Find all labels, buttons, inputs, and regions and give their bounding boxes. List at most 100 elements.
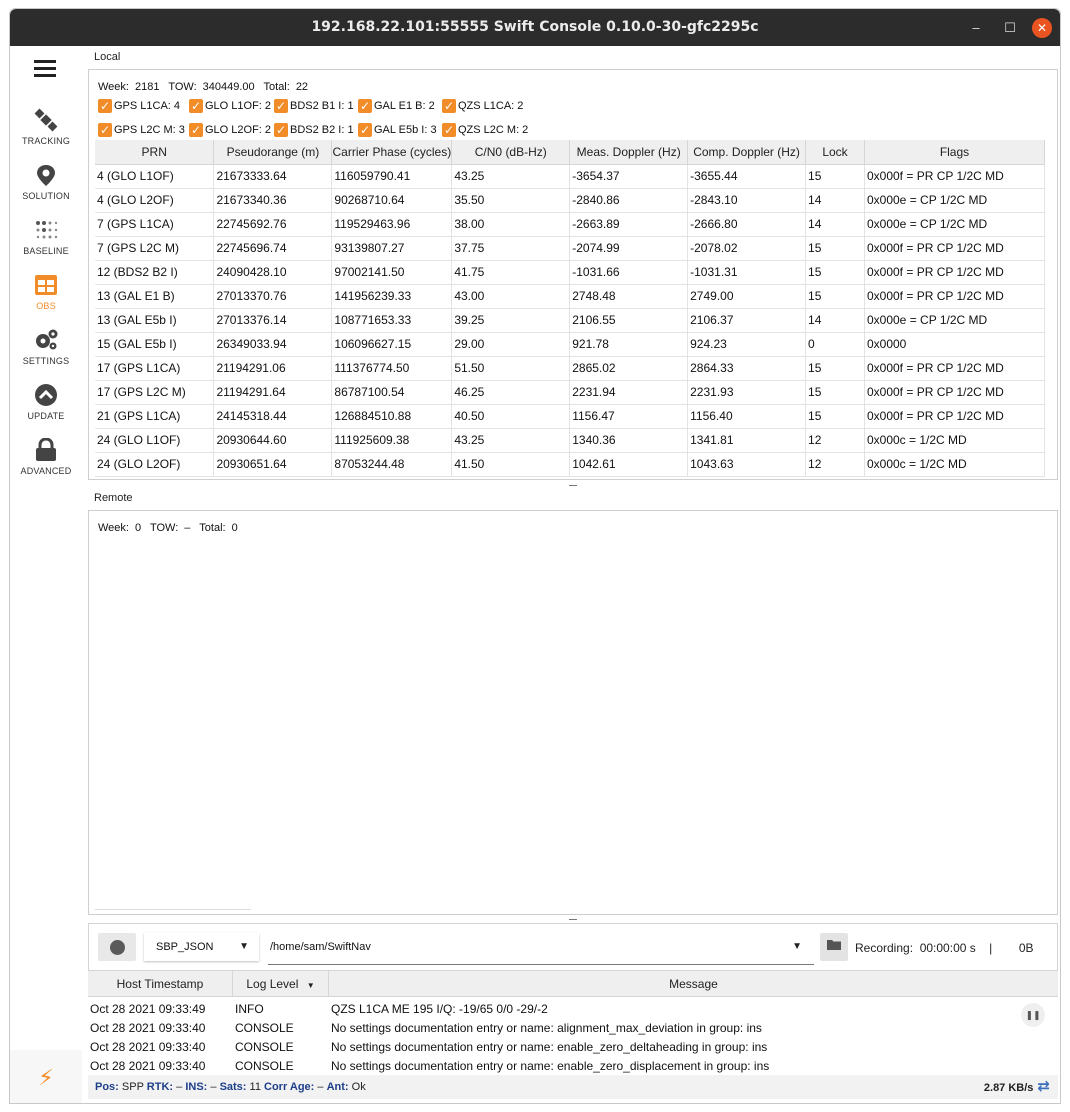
table-cell: 14 xyxy=(805,188,865,213)
column-header[interactable]: Comp. Doppler (Hz) xyxy=(687,140,807,165)
table-cell: 15 (GAL E5b I) xyxy=(95,332,215,357)
table-cell: 41.50 xyxy=(451,452,571,477)
week-value: 0 xyxy=(134,522,142,534)
sidebar-item-settings[interactable]: SETTINGS xyxy=(10,328,82,366)
check-icon: ✓ xyxy=(358,123,372,138)
filter-checkbox[interactable]: ✓ GLO L1OF: 2 xyxy=(189,98,271,114)
folder-icon xyxy=(827,940,841,950)
table-cell: -2843.10 xyxy=(687,188,807,213)
remote-section-label: Remote xyxy=(94,492,133,504)
lightning-icon[interactable]: ⚡ xyxy=(10,1050,82,1103)
table-row[interactable]: 24 (GLO L2OF) 20930651.64 87053244.48 41.50… xyxy=(95,452,1046,477)
filter-checkbox[interactable]: ✓ GPS L2C M: 3 xyxy=(98,122,185,138)
table-cell: 15 xyxy=(805,260,865,285)
table-cell: 40.50 xyxy=(451,404,571,429)
table-row[interactable]: 17 (GPS L2C M) 21194291.64 86787100.54 46.2… xyxy=(95,380,1046,405)
table-row[interactable]: 4 (GLO L2OF) 21673340.36 90268710.64 35.50-… xyxy=(95,188,1046,213)
table-cell: 2106.37 xyxy=(687,308,807,333)
observations-table: PRN Pseudorange (m) Carrier Phase (cycle… xyxy=(95,140,1046,477)
table-cell: 0x000e = CP 1/2C MD xyxy=(864,188,1046,213)
table-cell: 0x000f = PR CP 1/2C MD xyxy=(864,356,1046,381)
table-row[interactable]: 13 (GAL E5b I) 27013376.14 108771653.33 39.… xyxy=(95,308,1046,333)
table-cell: -3654.37 xyxy=(569,164,689,189)
local-section-label: Local xyxy=(94,51,121,63)
table-row[interactable]: 7 (GPS L1CA) 22745692.76 119529463.96 38.00… xyxy=(95,212,1046,237)
table-row[interactable]: 24 (GLO L1OF) 20930644.60 111925609.38 43.2… xyxy=(95,428,1046,453)
filter-checkbox[interactable]: ✓ BDS2 B1 I: 1 xyxy=(274,98,354,114)
table-row[interactable]: 12 (BDS2 B2 I) 24090428.10 97002141.50 41.7… xyxy=(95,260,1046,285)
table-row[interactable]: 13 (GAL E1 B) 27013370.76 141956239.33 43.0… xyxy=(95,284,1046,309)
sidebar-item-solution[interactable]: SOLUTION xyxy=(10,163,82,201)
table-row[interactable]: 7 (GPS L2C M) 22745696.74 93139807.27 37.75… xyxy=(95,236,1046,261)
splitter-handle[interactable] xyxy=(569,485,577,486)
table-cell: 15 xyxy=(805,164,865,189)
table-cell: 15 xyxy=(805,356,865,381)
log-table-header: Host Timestamp Log Level ▼ Message xyxy=(88,971,1058,997)
sidebar-item-update[interactable]: UPDATE xyxy=(10,383,82,421)
table-cell: 15 xyxy=(805,404,865,429)
close-button[interactable]: ✕ xyxy=(1032,18,1052,38)
column-header[interactable]: Host Timestamp xyxy=(88,971,233,997)
check-icon: ✓ xyxy=(98,123,112,138)
column-header[interactable]: PRN xyxy=(95,140,215,165)
sidebar-item-tracking[interactable]: TRACKING xyxy=(10,108,82,146)
table-row[interactable]: 21 (GPS L1CA) 24145318.44 126884510.88 40.5… xyxy=(95,404,1046,429)
column-header[interactable]: Carrier Phase (cycles) xyxy=(331,140,453,165)
dots-grid-icon xyxy=(36,221,58,239)
sidebar-item-obs[interactable]: OBS xyxy=(10,273,82,311)
table-cell: 2748.48 xyxy=(569,284,689,309)
maximize-button[interactable]: ☐ xyxy=(1000,18,1020,38)
filter-checkbox[interactable]: ✓ QZS L1CA: 2 xyxy=(442,98,523,114)
filter-checkbox[interactable]: ✓ GLO L2OF: 2 xyxy=(189,122,271,138)
table-row[interactable]: 4 (GLO L1OF) 21673333.64 116059790.41 43.25… xyxy=(95,164,1046,189)
folder-button[interactable] xyxy=(820,933,848,961)
record-icon xyxy=(110,940,125,955)
table-icon xyxy=(35,275,57,295)
check-icon: ✓ xyxy=(358,99,372,114)
filter-checkbox[interactable]: ✓ GAL E1 B: 2 xyxy=(358,98,435,114)
transfer-arrows-icon: ⇄ xyxy=(1037,1078,1050,1095)
table-cell: 13 (GAL E1 B) xyxy=(95,284,215,309)
ins-value: – xyxy=(210,1081,217,1093)
column-header[interactable]: Meas. Doppler (Hz) xyxy=(569,140,689,165)
filter-checkbox[interactable]: ✓ GPS L1CA: 4 xyxy=(98,98,180,114)
column-header[interactable]: Pseudorange (m) xyxy=(213,140,333,165)
filter-checkbox[interactable]: ✓ GAL E5b I: 3 xyxy=(358,122,437,138)
table-cell: 2749.00 xyxy=(687,284,807,309)
pause-icon[interactable]: ❚❚ xyxy=(1021,1003,1045,1027)
table-cell: 0x000f = PR CP 1/2C MD xyxy=(864,164,1046,189)
sidebar-item-label: SETTINGS xyxy=(22,356,70,366)
column-header[interactable]: Flags xyxy=(864,140,1046,165)
column-header[interactable]: Message xyxy=(329,971,1058,997)
window-title: 192.168.22.101:55555 Swift Console 0.10.… xyxy=(311,19,759,35)
filter-checkbox[interactable]: ✓ QZS L2C M: 2 xyxy=(442,122,528,138)
table-cell: 106096627.15 xyxy=(331,332,453,357)
table-row[interactable]: 15 (GAL E5b I) 26349033.94 106096627.15 29.… xyxy=(95,332,1046,357)
table-row[interactable]: 17 (GPS L1CA) 21194291.06 111376774.50 51.5… xyxy=(95,356,1046,381)
sidebar-item-baseline[interactable]: BASELINE xyxy=(10,218,82,256)
title-bar: 192.168.22.101:55555 Swift Console 0.10.… xyxy=(10,9,1060,46)
log-path-field[interactable]: /home/sam/SwiftNav ▼ xyxy=(268,933,814,965)
horizontal-scrollbar[interactable] xyxy=(95,909,251,910)
sats-value: 11 xyxy=(249,1081,261,1093)
filter-checkbox[interactable]: ✓ BDS2 B2 I: 1 xyxy=(274,122,354,138)
table-cell: 93139807.27 xyxy=(331,236,453,261)
table-cell: -2074.99 xyxy=(569,236,689,261)
hamburger-menu-icon[interactable] xyxy=(34,60,56,81)
table-cell: 43.00 xyxy=(451,284,571,309)
log-level-header[interactable]: Log Level ▼ xyxy=(233,971,329,997)
splitter-handle[interactable] xyxy=(569,919,577,920)
local-stats: Week: 2181 TOW: 340449.00 Total: 22 xyxy=(98,81,314,93)
minimize-button[interactable]: – xyxy=(966,18,986,38)
sort-arrow-icon: ▼ xyxy=(306,981,315,990)
column-header[interactable]: C/N0 (dB-Hz) xyxy=(451,140,571,165)
table-cell: 141956239.33 xyxy=(331,284,453,309)
record-button[interactable] xyxy=(98,933,136,961)
table-cell: 15 xyxy=(805,284,865,309)
table-cell: 111925609.38 xyxy=(331,428,453,453)
format-select[interactable]: SBP_JSON ▼ xyxy=(144,933,259,961)
sidebar-item-advanced[interactable]: ADVANCED xyxy=(10,437,82,476)
table-cell: 0x000e = CP 1/2C MD xyxy=(864,212,1046,237)
ant-label: Ant: xyxy=(326,1081,349,1093)
column-header[interactable]: Lock xyxy=(805,140,865,165)
